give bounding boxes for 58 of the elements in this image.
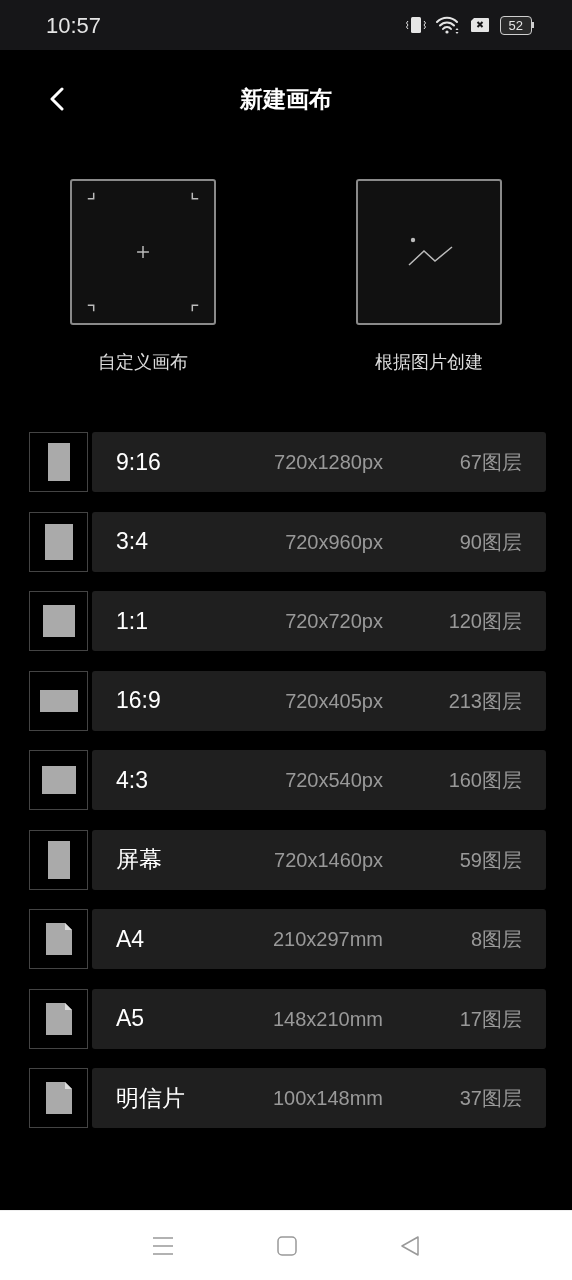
rectangle-icon bbox=[41, 766, 76, 794]
preset-size: 100x148mm bbox=[271, 1086, 383, 1111]
preset-name: 3:4 bbox=[116, 527, 149, 557]
preset-size: 148x210mm bbox=[271, 1006, 383, 1032]
back-icon[interactable] bbox=[49, 87, 65, 111]
vibrate-icon bbox=[405, 16, 426, 34]
layer-count: 67图层 bbox=[459, 450, 522, 475]
page-icon bbox=[45, 1002, 72, 1035]
battery-indicator: 52 bbox=[499, 15, 534, 35]
preset-row[interactable]: 4:3 720x540px 160图层 bbox=[92, 750, 546, 810]
preset-row[interactable]: 9:16 720x1280px 67图层 bbox=[92, 432, 546, 492]
layer-count: 59图层 bbox=[459, 847, 522, 873]
rectangle-icon bbox=[44, 523, 73, 560]
preset-size: 720x960px bbox=[284, 529, 383, 555]
preset-row[interactable]: A5 148x210mm 17图层 bbox=[92, 988, 546, 1049]
preset-size: 720x720px bbox=[284, 609, 383, 634]
option-label: 自定义画布 bbox=[98, 351, 188, 374]
image-line-icon bbox=[408, 236, 454, 266]
status-time: 10:57 bbox=[46, 11, 102, 40]
layer-count: 160图层 bbox=[448, 768, 522, 793]
preset-row[interactable]: 3:4 720x960px 90图层 bbox=[92, 511, 546, 572]
preset-size: 210x297mm bbox=[271, 927, 383, 952]
rectangle-icon bbox=[47, 840, 70, 879]
preset-name: 9:16 bbox=[116, 447, 162, 477]
preset-name: A5 bbox=[116, 1004, 146, 1034]
preset-name: 1:1 bbox=[116, 606, 149, 636]
layer-count: 8图层 bbox=[470, 927, 522, 952]
canvas-option-card[interactable] bbox=[356, 179, 502, 325]
preset-name: 4:3 bbox=[116, 765, 149, 795]
layer-count: 17图层 bbox=[459, 1006, 522, 1032]
layer-count: 120图层 bbox=[448, 609, 522, 634]
preset-size: 720x1280px bbox=[273, 450, 383, 475]
wifi-icon bbox=[435, 16, 460, 34]
preset-name: A4 bbox=[116, 924, 146, 954]
preset-size: 720x405px bbox=[284, 688, 383, 714]
preset-row[interactable]: 明信片 100x148mm 37图层 bbox=[92, 1068, 546, 1128]
layer-count: 90图层 bbox=[459, 529, 522, 555]
preset-row[interactable]: 屏幕 720x1460px 59图层 bbox=[92, 829, 546, 890]
back-nav-icon[interactable] bbox=[400, 1235, 421, 1256]
rectangle-icon bbox=[39, 689, 78, 712]
option-label: 根据图片创建 bbox=[375, 351, 483, 374]
preset-name: 屏幕 bbox=[116, 845, 163, 875]
page-title: 新建画布 bbox=[240, 84, 332, 114]
rectangle-icon bbox=[47, 443, 70, 481]
preset-size: 720x540px bbox=[284, 768, 383, 793]
page-icon bbox=[45, 1082, 72, 1114]
preset-row[interactable]: 16:9 720x405px 213图层 bbox=[92, 670, 546, 731]
preset-name: 16:9 bbox=[116, 686, 162, 716]
layer-count: 37图层 bbox=[459, 1086, 522, 1111]
preset-size: 720x1460px bbox=[273, 847, 383, 873]
canvas-option-card[interactable] bbox=[70, 179, 216, 325]
preset-row[interactable]: A4 210x297mm 8图层 bbox=[92, 909, 546, 969]
sim-blocked-icon bbox=[469, 17, 490, 33]
page-icon bbox=[45, 923, 72, 955]
preset-name: 明信片 bbox=[116, 1083, 186, 1113]
layer-count: 213图层 bbox=[448, 688, 522, 714]
rectangle-icon bbox=[42, 605, 75, 637]
preset-row[interactable]: 1:1 720x720px 120图层 bbox=[92, 591, 546, 651]
